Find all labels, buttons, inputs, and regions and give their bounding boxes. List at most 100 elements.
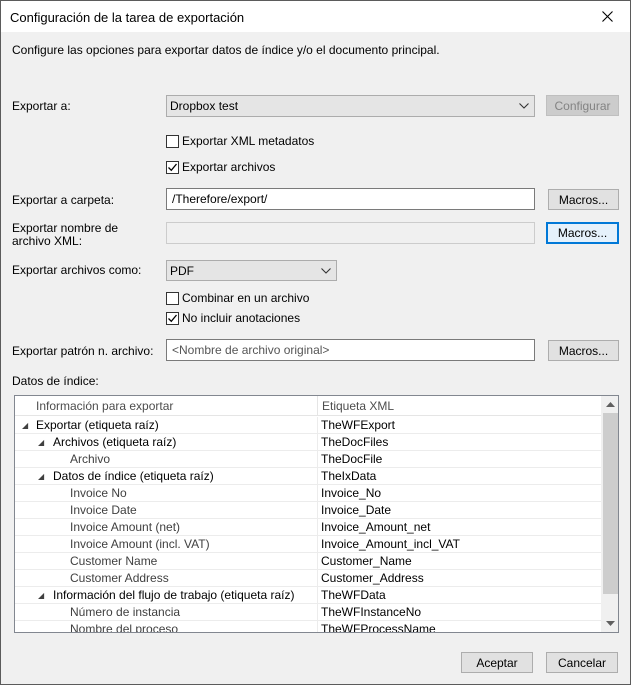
column-header-xml-tag[interactable]: Etiqueta XML bbox=[318, 396, 603, 416]
tree-row[interactable]: ◢ Información del flujo de trabajo (etiqu… bbox=[15, 587, 603, 604]
tree-row[interactable]: Invoice No Invoice_No bbox=[15, 485, 603, 502]
triangle-expanded-icon[interactable]: ◢ bbox=[38, 587, 44, 604]
filename-pattern-value: <Nombre de archivo original> bbox=[172, 343, 330, 357]
xml-filename-label-line2: archivo XML: bbox=[12, 234, 83, 248]
scroll-down-button[interactable] bbox=[602, 615, 618, 632]
tree-row-xml-tag: TheWFExport bbox=[318, 417, 603, 434]
tree-row-xml-tag: Customer_Address bbox=[318, 570, 603, 587]
export-task-dialog: Configuración de la tarea de exportación… bbox=[0, 0, 631, 685]
tree-row-name-cell: Nombre del proceso bbox=[15, 621, 318, 633]
tree-row-xml-tag: Invoice_Amount_incl_VAT bbox=[318, 536, 603, 553]
tree-row-name-cell: Número de instancia bbox=[15, 604, 318, 621]
tree-row-xml-tag: TheIxData bbox=[318, 468, 603, 485]
checkbox-box bbox=[166, 311, 179, 325]
xml-filename-input[interactable] bbox=[166, 222, 535, 244]
tree-row-name: Nombre del proceso bbox=[70, 622, 179, 633]
combine-files-checkbox[interactable]: Combinar en un archivo bbox=[166, 291, 309, 305]
cancel-button[interactable]: Cancelar bbox=[546, 652, 618, 673]
filename-pattern-macros-button[interactable]: Macros... bbox=[548, 340, 619, 361]
tree-row-name-cell: Invoice Date bbox=[15, 502, 318, 519]
export-files-label: Exportar archivos bbox=[182, 160, 276, 174]
column-header-info[interactable]: Información para exportar bbox=[15, 396, 318, 416]
tree-row-name: Información del flujo de trabajo (etique… bbox=[53, 588, 295, 602]
tree-row[interactable]: Archivo TheDocFile bbox=[15, 451, 603, 468]
scroll-up-button[interactable] bbox=[602, 396, 618, 413]
tree-row-name: Datos de índice (etiqueta raíz) bbox=[53, 469, 214, 483]
xml-filename-macros-button[interactable]: Macros... bbox=[546, 222, 619, 244]
export-folder-input[interactable]: /Therefore/export/ bbox=[166, 188, 535, 210]
tree-row-xml-tag: TheWFProcessName bbox=[318, 621, 603, 632]
tree-header: Información para exportar Etiqueta XML bbox=[15, 396, 603, 416]
tree-row[interactable]: ◢ Exportar (etiqueta raíz) TheWFExport bbox=[15, 417, 603, 434]
checkbox-box bbox=[166, 291, 179, 305]
tree-row-name-cell: Archivo bbox=[15, 451, 318, 468]
dialog-description: Configure las opciones para exportar dat… bbox=[12, 43, 440, 57]
title-bar: Configuración de la tarea de exportación bbox=[1, 1, 630, 32]
export-as-label: Exportar archivos como: bbox=[12, 263, 142, 277]
xml-filename-label-line1: Exportar nombre de bbox=[12, 221, 119, 235]
macros-button-label: Macros... bbox=[557, 226, 608, 240]
no-annotations-checkbox[interactable]: No incluir anotaciones bbox=[166, 311, 300, 325]
export-folder-value: /Therefore/export/ bbox=[172, 192, 268, 206]
tree-row-name-cell: ◢ Archivos (etiqueta raíz) bbox=[15, 434, 318, 451]
filename-pattern-label: Exportar patrón n. archivo: bbox=[12, 344, 154, 358]
scroll-up-icon bbox=[606, 402, 615, 407]
tree-row-name-cell: ◢ Información del flujo de trabajo (etiqu… bbox=[15, 587, 318, 604]
accept-button[interactable]: Aceptar bbox=[461, 652, 533, 673]
configure-button-label: Configurar bbox=[554, 98, 611, 113]
export-to-label: Exportar a: bbox=[12, 99, 71, 113]
tree-row[interactable]: ◢ Archivos (etiqueta raíz) TheDocFiles bbox=[15, 434, 603, 451]
export-xml-metadata-checkbox[interactable]: Exportar XML metadatos bbox=[166, 134, 314, 148]
close-button[interactable] bbox=[584, 1, 630, 32]
accept-button-label: Aceptar bbox=[476, 655, 518, 670]
tree-row-xml-tag: TheWFData bbox=[318, 587, 603, 604]
tree-row-name: Customer Name bbox=[70, 554, 158, 568]
tree-row-name: Exportar (etiqueta raíz) bbox=[36, 418, 159, 432]
filename-pattern-input[interactable]: <Nombre de archivo original> bbox=[166, 339, 535, 361]
no-annotations-label: No incluir anotaciones bbox=[182, 311, 301, 325]
tree-row-name-cell: Invoice Amount (net) bbox=[15, 519, 318, 536]
triangle-expanded-icon[interactable]: ◢ bbox=[22, 417, 28, 434]
tree-row[interactable]: Invoice Amount (incl. VAT) Invoice_Amount… bbox=[15, 536, 603, 553]
vertical-scrollbar[interactable] bbox=[601, 396, 618, 632]
tree-row-name: Invoice Amount (net) bbox=[70, 520, 181, 534]
triangle-expanded-icon[interactable]: ◢ bbox=[38, 468, 44, 485]
tree-row[interactable]: Invoice Amount (net) Invoice_Amount_net bbox=[15, 519, 603, 536]
tree-row-name-cell: ◢ Datos de índice (etiqueta raíz) bbox=[15, 468, 318, 485]
tree-row-name: Invoice Date bbox=[70, 503, 137, 517]
tree-row-xml-tag: TheDocFile bbox=[318, 451, 603, 468]
tree-row-name: Archivos (etiqueta raíz) bbox=[53, 435, 177, 449]
checkmark-icon bbox=[168, 163, 178, 171]
tree-row-xml-tag: Invoice_No bbox=[318, 485, 603, 502]
export-files-checkbox[interactable]: Exportar archivos bbox=[166, 160, 275, 174]
export-folder-label: Exportar a carpeta: bbox=[12, 193, 115, 207]
tree-row[interactable]: ◢ Datos de índice (etiqueta raíz) TheIxDat… bbox=[15, 468, 603, 485]
checkbox-box bbox=[166, 134, 179, 148]
scroll-thumb[interactable] bbox=[603, 413, 618, 594]
tree-row[interactable]: Número de instancia TheWFInstanceNo bbox=[15, 604, 603, 621]
configure-button[interactable]: Configurar bbox=[546, 95, 619, 116]
chevron-down-icon bbox=[321, 267, 331, 274]
tree-row-xml-tag: TheWFInstanceNo bbox=[318, 604, 603, 621]
export-folder-macros-button[interactable]: Macros... bbox=[548, 189, 619, 210]
export-as-value: PDF bbox=[170, 263, 194, 278]
export-to-select[interactable]: Dropbox test bbox=[166, 95, 535, 117]
tree-row-name: Invoice No bbox=[70, 486, 127, 500]
export-xml-metadata-label: Exportar XML metadatos bbox=[182, 134, 315, 148]
index-data-tree[interactable]: Información para exportar Etiqueta XML ◢… bbox=[14, 395, 619, 633]
tree-row[interactable]: Customer Name Customer_Name bbox=[15, 553, 603, 570]
scroll-down-icon bbox=[606, 621, 615, 626]
triangle-expanded-icon[interactable]: ◢ bbox=[38, 434, 44, 451]
checkbox-box bbox=[166, 160, 179, 174]
tree-row-name-cell: ◢ Exportar (etiqueta raíz) bbox=[15, 417, 318, 434]
tree-row[interactable]: Customer Address Customer_Address bbox=[15, 570, 603, 587]
index-data-label: Datos de índice: bbox=[12, 374, 99, 388]
tree-row-name: Número de instancia bbox=[70, 605, 181, 619]
tree-row[interactable]: Invoice Date Invoice_Date bbox=[15, 502, 603, 519]
tree-row[interactable]: Nombre del proceso TheWFProcessName bbox=[15, 621, 603, 633]
export-to-value: Dropbox test bbox=[170, 99, 239, 113]
cancel-button-label: Cancelar bbox=[557, 655, 607, 670]
export-as-select[interactable]: PDF bbox=[166, 260, 337, 281]
tree-row-name: Customer Address bbox=[70, 571, 169, 585]
combine-files-label: Combinar en un archivo bbox=[182, 291, 310, 305]
